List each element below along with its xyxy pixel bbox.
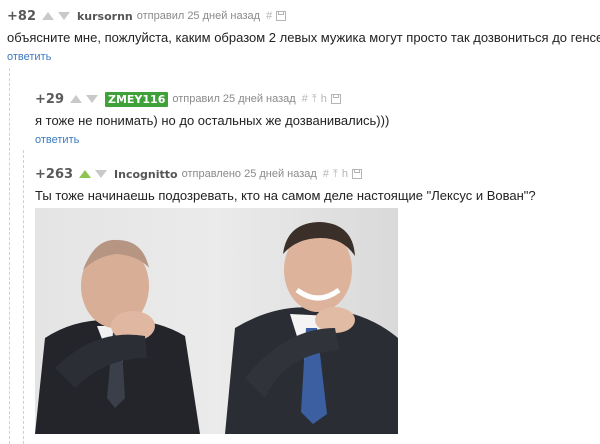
permalink-hash-icon[interactable]: # [323, 168, 329, 180]
reply-link[interactable]: ответить [7, 51, 51, 63]
vote-down-icon[interactable] [85, 95, 98, 103]
vote-down-icon[interactable] [57, 12, 70, 20]
comment-score: +82 [7, 8, 36, 24]
comment-score: +263 [35, 166, 74, 182]
thread-line [23, 150, 24, 444]
comment-timestamp[interactable]: отправлено 25 дней назад [182, 168, 317, 180]
save-icon[interactable] [276, 11, 287, 21]
permalink-hash-icon[interactable]: # [302, 93, 308, 105]
comment-header: +29 ZMEY116 отправил 25 дней назад # ⤒ h [35, 91, 389, 107]
comment-text: Ты тоже начинаешь подозревать, кто на са… [35, 188, 536, 203]
comment-timestamp[interactable]: отправил 25 дней назад [172, 93, 295, 105]
thread-line [9, 68, 10, 444]
reply-link[interactable]: ответить [35, 134, 79, 146]
comment-author[interactable]: ZMEY116 [104, 91, 169, 107]
comment-2: +29 ZMEY116 отправил 25 дней назад # ⤒ h… [35, 91, 389, 148]
comment-1: +82 kursornn отправил 25 дней назад # об… [7, 8, 600, 65]
comment-score: +29 [35, 91, 64, 107]
comment-author[interactable]: kursornn [77, 10, 133, 23]
vote-down-icon[interactable] [95, 170, 108, 178]
comment-photo [35, 208, 398, 434]
vote-up-icon[interactable] [79, 170, 92, 178]
parent-link-icon[interactable]: h [342, 168, 348, 180]
permalink-hash-icon[interactable]: # [266, 10, 272, 22]
comment-header: +82 kursornn отправил 25 дней назад # [7, 8, 600, 24]
pin-icon[interactable]: ⤒ [312, 93, 317, 105]
vote-up-icon[interactable] [69, 95, 82, 103]
save-icon[interactable] [330, 94, 341, 104]
comment-3: +263 Incognitto отправлено 25 дней назад… [35, 166, 536, 204]
comment-text: объясните мне, пожлуйста, каким образом … [7, 30, 600, 45]
vote-up-icon[interactable] [41, 12, 54, 20]
parent-link-icon[interactable]: h [321, 93, 327, 105]
pin-icon[interactable]: ⤒ [333, 168, 338, 180]
comment-text: я тоже не понимать) но до остальных же д… [35, 113, 390, 128]
comment-author[interactable]: Incognitto [114, 168, 178, 181]
save-icon[interactable] [351, 169, 362, 179]
comment-timestamp[interactable]: отправил 25 дней назад [137, 10, 260, 22]
comment-header: +263 Incognitto отправлено 25 дней назад… [35, 166, 536, 182]
